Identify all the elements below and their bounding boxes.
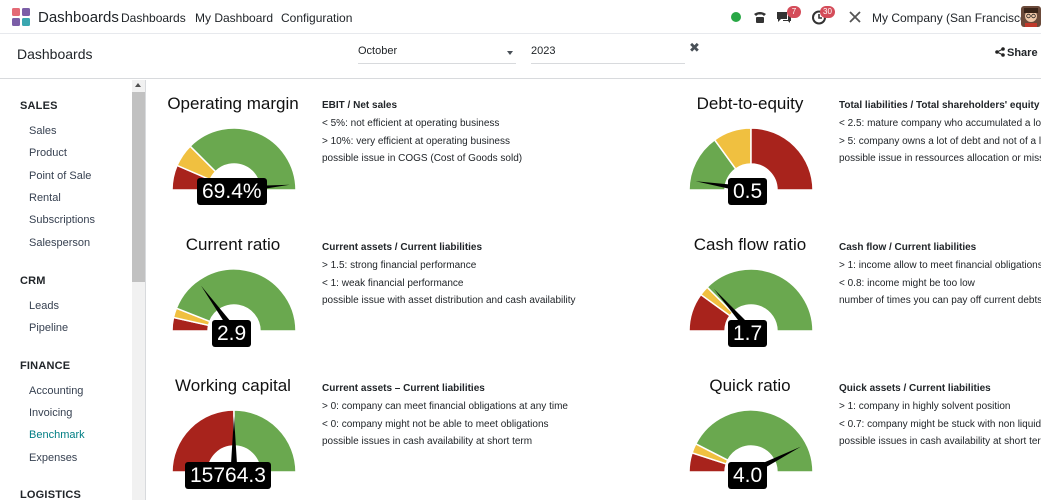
company-switcher[interactable]: My Company (San Francisco) <box>872 11 1031 25</box>
gauge-value-quick-ratio: 4.0 <box>728 462 768 489</box>
kpi-formula-operating-margin: EBIT / Net sales <box>322 100 398 111</box>
messages-badge: 7 <box>787 6 801 18</box>
control-panel: Dashboards October 2023 ✖ Share <box>0 35 1041 79</box>
gauge-value-working-capital: 15764.3 <box>185 462 271 489</box>
gauge-title-current-ratio: Current ratio <box>185 235 281 254</box>
scroll-up-arrow-icon[interactable] <box>135 83 141 87</box>
sidebar-item-sales[interactable]: Sales <box>29 125 57 137</box>
kpi-formula-working-capital: Current assets – Current liabilities <box>322 383 485 394</box>
kpi-note-quick-ratio-1: > 1: company in highly solvent position <box>839 401 1011 412</box>
kpi-note-operating-margin-3: possible issue in COGS (Cost of Goods so… <box>322 153 523 164</box>
dashboard-sidebar: SALES Sales Product Point of Sale Rental… <box>0 80 146 500</box>
breadcrumb: Dashboards <box>17 46 93 62</box>
sidebar-scroll-thumb[interactable] <box>132 92 145 282</box>
sidebar-item-accounting[interactable]: Accounting <box>29 385 83 397</box>
sidebar-item-product[interactable]: Product <box>29 147 67 159</box>
user-avatar[interactable] <box>1021 6 1041 27</box>
kpi-note-working-capital-1: > 0: company can meet financial obligati… <box>322 401 568 412</box>
sidebar-item-pipeline[interactable]: Pipeline <box>29 322 68 334</box>
gauge-title-cash-flow-ratio: Cash flow ratio <box>693 235 807 254</box>
kpi-formula-cash-flow-ratio: Cash flow / Current liabilities <box>839 242 977 253</box>
gauge-value-debt-to-equity: 0.5 <box>728 178 768 205</box>
gauge-title-debt-to-equity: Debt-to-equity <box>696 94 804 113</box>
section-finance: FINANCE <box>20 360 71 372</box>
gauge-value-cash-flow-ratio: 1.7 <box>728 320 768 347</box>
activities-badge: 30 <box>820 6 835 18</box>
share-label: Share <box>1007 47 1038 59</box>
apps-menu-icon[interactable] <box>12 8 30 26</box>
kpi-note-working-capital-3: possible issues in cash availability at … <box>322 436 533 447</box>
menu-configuration[interactable]: Configuration <box>281 11 352 25</box>
gauge-title-operating-margin: Operating margin <box>167 94 299 113</box>
kpi-note-debt-to-equity-1: < 2.5: mature company who accumulated a … <box>839 118 1041 129</box>
kpi-note-cash-flow-ratio-1: > 1: income allow to meet financial obli… <box>839 260 1041 271</box>
menu-dashboards[interactable]: Dashboards <box>121 11 186 25</box>
kpi-note-current-ratio-1: > 1.5: strong financial performance <box>322 260 477 271</box>
clear-filter-icon[interactable]: ✖ <box>689 40 700 56</box>
month-select[interactable]: October <box>358 42 516 64</box>
kpi-note-quick-ratio-3: possible issues in cash availability at … <box>839 436 1041 447</box>
kpi-note-current-ratio-3: possible issue with asset distribution a… <box>322 295 576 306</box>
gauge-value-current-ratio: 2.9 <box>212 320 252 347</box>
sidebar-item-benchmark[interactable]: Benchmark <box>29 429 85 441</box>
sidebar-item-invoicing[interactable]: Invoicing <box>29 407 72 419</box>
kpi-note-cash-flow-ratio-3: number of times you can pay off current … <box>839 295 1041 306</box>
kpi-note-operating-margin-2: > 10%: very efficient at operating busin… <box>322 136 510 147</box>
sidebar-item-leads[interactable]: Leads <box>29 300 59 312</box>
chevron-down-icon <box>507 51 513 55</box>
benchmark-dashboard: Operating margin 69.4% EBIT / Net sales … <box>147 80 1041 500</box>
sidebar-item-subscriptions[interactable]: Subscriptions <box>29 214 95 226</box>
kpi-note-operating-margin-1: < 5%: not efficient at operating busines… <box>322 118 500 129</box>
kpi-formula-debt-to-equity: Total liabilities / Total shareholders' … <box>839 100 1040 111</box>
sidebar-item-salesperson[interactable]: Salesperson <box>29 237 90 249</box>
share-button[interactable]: Share <box>995 47 1038 59</box>
section-crm: CRM <box>20 275 46 287</box>
sidebar-item-rental[interactable]: Rental <box>29 192 61 204</box>
section-sales: SALES <box>20 100 58 112</box>
app-name[interactable]: Dashboards <box>38 9 119 26</box>
share-icon <box>995 47 1005 57</box>
kpi-note-quick-ratio-2: < 0.7: company might be stuck with non l… <box>839 419 1041 430</box>
menu-my-dashboard[interactable]: My Dashboard <box>195 11 273 25</box>
presence-status-icon[interactable] <box>731 12 741 22</box>
sidebar-item-expenses[interactable]: Expenses <box>29 452 77 464</box>
kpi-note-debt-to-equity-3: possible issue in ressources allocation … <box>839 153 1041 164</box>
kpi-formula-current-ratio: Current assets / Current liabilities <box>322 242 483 253</box>
kpi-formula-quick-ratio: Quick assets / Current liabilities <box>839 383 991 394</box>
month-value: October <box>358 45 398 57</box>
section-logistics: LOGISTICS <box>20 489 82 500</box>
kpi-note-cash-flow-ratio-2: < 0.8: income might be too low <box>839 278 975 289</box>
top-navbar: Dashboards Dashboards My Dashboard Confi… <box>0 0 1041 34</box>
gauge-title-working-capital: Working capital <box>175 376 291 395</box>
debug-tools-icon[interactable] <box>847 9 863 25</box>
sidebar-item-point-of-sale[interactable]: Point of Sale <box>29 170 91 182</box>
year-value: 2023 <box>531 45 556 57</box>
gauge-value-operating-margin: 69.4% <box>197 178 267 205</box>
year-input[interactable]: 2023 <box>531 42 685 64</box>
kpi-note-working-capital-2: < 0: company might not be able to meet o… <box>322 419 549 430</box>
kpi-note-debt-to-equity-2: > 5: company owns a lot of debt and not … <box>839 136 1041 147</box>
gauge-title-quick-ratio: Quick ratio <box>709 376 791 395</box>
kpi-note-current-ratio-2: < 1: weak financial performance <box>322 278 464 289</box>
phone-icon[interactable] <box>752 9 768 25</box>
